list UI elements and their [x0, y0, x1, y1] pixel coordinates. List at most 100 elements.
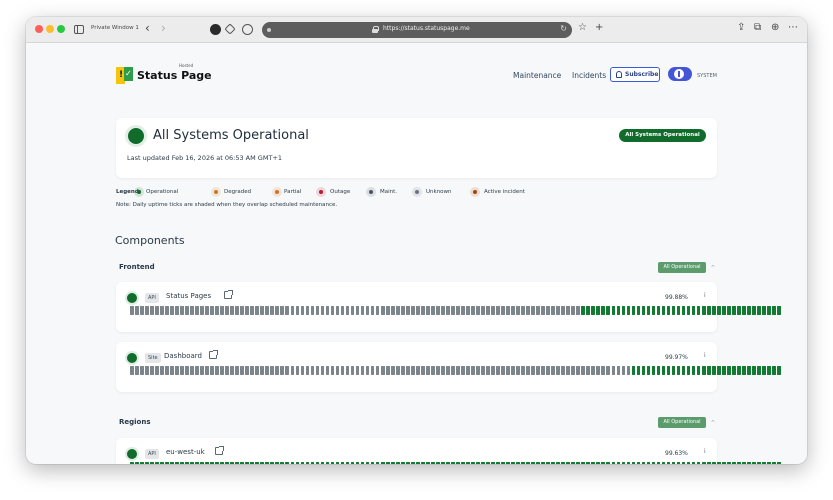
uptime-tick[interactable] — [275, 366, 280, 375]
group-name[interactable]: Frontend — [119, 263, 155, 271]
uptime-tick[interactable] — [541, 366, 545, 375]
uptime-tick[interactable] — [215, 462, 219, 464]
uptime-tick[interactable] — [165, 306, 169, 315]
uptime-tick[interactable] — [145, 306, 149, 315]
uptime-tick[interactable] — [756, 462, 761, 464]
uptime-tick[interactable] — [420, 306, 425, 315]
uptime-tick[interactable] — [451, 366, 455, 375]
uptime-tick[interactable] — [516, 366, 520, 375]
uptime-tick[interactable] — [300, 462, 305, 464]
uptime-tick[interactable] — [741, 306, 746, 315]
uptime-tick[interactable] — [400, 462, 405, 464]
uptime-tick[interactable] — [280, 306, 285, 315]
uptime-tick[interactable] — [691, 306, 696, 315]
uptime-tick[interactable] — [240, 306, 245, 315]
uptime-tick[interactable] — [440, 462, 445, 464]
uptime-tick[interactable] — [165, 462, 169, 464]
uptime-tick[interactable] — [135, 462, 139, 464]
uptime-tick[interactable] — [777, 366, 781, 375]
uptime-tick[interactable] — [751, 462, 756, 464]
uptime-tick[interactable] — [686, 306, 691, 315]
uptime-tick[interactable] — [180, 462, 184, 464]
address-bar[interactable]: https://status.statuspage.me ↻ — [262, 22, 572, 38]
uptime-tick[interactable] — [606, 306, 611, 315]
nav-maintenance[interactable]: Maintenance — [513, 71, 561, 80]
uptime-tick[interactable] — [360, 306, 365, 315]
uptime-tick[interactable] — [390, 462, 395, 464]
uptime-tick[interactable] — [626, 366, 631, 375]
uptime-tick[interactable] — [756, 366, 761, 375]
uptime-tick[interactable] — [516, 306, 520, 315]
uptime-tick[interactable] — [641, 306, 646, 315]
uptime-tick[interactable] — [461, 306, 465, 315]
uptime-tick[interactable] — [676, 462, 681, 464]
uptime-tick[interactable] — [155, 306, 159, 315]
uptime-tick[interactable] — [611, 366, 616, 375]
uptime-tick[interactable] — [696, 462, 701, 464]
uptime-tick[interactable] — [385, 306, 390, 315]
uptime-tick[interactable] — [155, 462, 159, 464]
uptime-tick[interactable] — [511, 366, 515, 375]
uptime-tick[interactable] — [566, 462, 571, 464]
zoom-window-button[interactable] — [57, 25, 65, 33]
uptime-tick[interactable] — [340, 366, 345, 375]
uptime-tick[interactable] — [295, 462, 300, 464]
share-icon[interactable]: ⇪ — [737, 21, 745, 35]
uptime-tick[interactable] — [501, 366, 505, 375]
uptime-tick[interactable] — [671, 306, 676, 315]
uptime-tick[interactable] — [395, 462, 400, 464]
uptime-tick[interactable] — [461, 366, 465, 375]
uptime-tick[interactable] — [631, 462, 636, 464]
uptime-tick[interactable] — [205, 306, 209, 315]
uptime-tick[interactable] — [666, 306, 671, 315]
uptime-tick[interactable] — [531, 462, 535, 464]
uptime-tick[interactable] — [270, 366, 275, 375]
uptime-tick[interactable] — [225, 366, 230, 375]
uptime-tick[interactable] — [235, 462, 240, 464]
uptime-tick[interactable] — [556, 462, 561, 464]
uptime-tick[interactable] — [290, 306, 295, 315]
uptime-tick[interactable] — [230, 366, 235, 375]
uptime-tick[interactable] — [345, 366, 350, 375]
new-tab-icon[interactable]: + — [595, 21, 603, 35]
uptime-tick[interactable] — [661, 306, 666, 315]
uptime-tick[interactable] — [591, 366, 596, 375]
uptime-tick[interactable] — [556, 306, 561, 315]
uptime-tick[interactable] — [255, 306, 260, 315]
uptime-tick[interactable] — [511, 306, 515, 315]
uptime-tick[interactable] — [536, 462, 540, 464]
pen-extension-icon[interactable] — [224, 23, 236, 35]
uptime-tick[interactable] — [661, 366, 666, 375]
uptime-tick[interactable] — [425, 462, 430, 464]
uptime-tick[interactable] — [135, 306, 139, 315]
uptime-tick[interactable] — [736, 366, 741, 375]
uptime-tick[interactable] — [651, 462, 656, 464]
minimize-window-button[interactable] — [46, 25, 54, 33]
uptime-tick[interactable] — [300, 306, 305, 315]
close-window-button[interactable] — [35, 25, 43, 33]
uptime-tick[interactable] — [130, 366, 134, 375]
uptime-tick[interactable] — [415, 306, 420, 315]
uptime-tick[interactable] — [395, 306, 400, 315]
uptime-tick[interactable] — [220, 306, 224, 315]
uptime-tick[interactable] — [721, 306, 726, 315]
uptime-tick[interactable] — [175, 366, 179, 375]
uptime-tick[interactable] — [285, 306, 290, 315]
uptime-tick[interactable] — [761, 366, 766, 375]
uptime-tick[interactable] — [761, 306, 766, 315]
uptime-tick[interactable] — [772, 366, 776, 375]
uptime-tick[interactable] — [456, 366, 460, 375]
uptime-tick[interactable] — [225, 306, 230, 315]
uptime-tick[interactable] — [320, 462, 325, 464]
uptime-tick[interactable] — [365, 462, 370, 464]
uptime-tick[interactable] — [305, 366, 310, 375]
uptime-tick[interactable] — [175, 462, 179, 464]
uptime-tick[interactable] — [275, 306, 280, 315]
uptime-tick[interactable] — [150, 366, 154, 375]
uptime-tick[interactable] — [551, 366, 556, 375]
uptime-tick[interactable] — [380, 306, 385, 315]
uptime-tick[interactable] — [706, 462, 711, 464]
uptime-tick[interactable] — [140, 366, 144, 375]
uptime-tick[interactable] — [686, 366, 691, 375]
uptime-tick[interactable] — [721, 462, 726, 464]
